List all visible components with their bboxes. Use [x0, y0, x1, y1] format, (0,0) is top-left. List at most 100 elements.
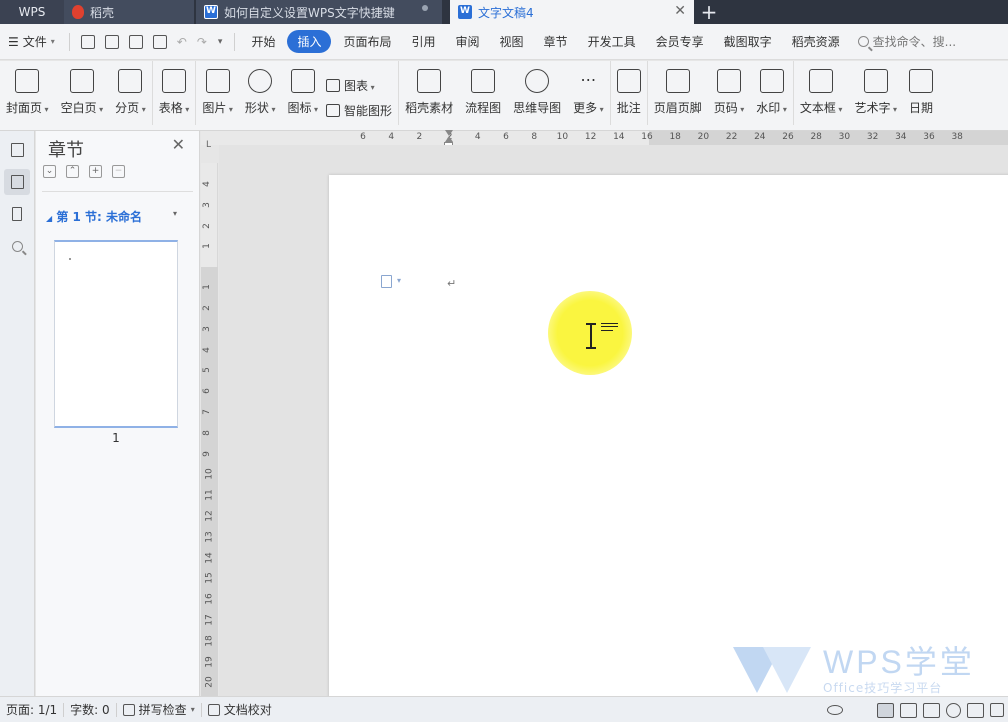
wps-logo-icon	[733, 646, 811, 695]
tab-docer[interactable]: 稻壳	[64, 0, 194, 24]
word-count-status[interactable]: 字数: 0	[64, 701, 116, 718]
ruler-tick-label: 4	[201, 346, 212, 353]
section-pane: 章节 ✕ ⌄ ⌃ + − ◢ 第 1 节: 未命名 ▾ 1	[36, 131, 200, 696]
close-icon[interactable]: ✕	[172, 135, 185, 154]
table-button[interactable]: 表格	[153, 69, 196, 125]
smart-graphic-button[interactable]: 智能图形	[326, 102, 392, 119]
tab-home[interactable]: 开始	[243, 30, 283, 53]
header-footer-button[interactable]: 页眉页脚	[648, 69, 708, 125]
save-icon[interactable]	[80, 34, 95, 49]
tab-stop-selector[interactable]: L	[206, 140, 211, 150]
collapse-down-icon[interactable]: ⌄	[43, 165, 56, 178]
find-nav-button[interactable]	[4, 233, 30, 259]
quick-access-dropdown-icon[interactable]: ▾	[218, 37, 223, 47]
tab-section[interactable]: 章节	[536, 30, 576, 53]
undo-icon[interactable]: ↶	[177, 35, 187, 49]
outline-nav-button[interactable]	[4, 137, 30, 163]
page-number-button[interactable]: 页码	[708, 69, 751, 125]
vertical-ruler[interactable]: 4 3 2 1 1 2 3 4 5 6 7 8 9 10 11 12 13 14 15 16 17 18 19 20	[201, 163, 218, 696]
wordart-button[interactable]: 艺术字	[848, 69, 903, 125]
new-tab-button[interactable]: +	[694, 0, 724, 24]
tab-developer[interactable]: 开发工具	[580, 30, 644, 53]
date-button[interactable]: 日期	[903, 69, 939, 125]
print-icon[interactable]	[128, 34, 143, 49]
ruler-tick-label: 7	[201, 409, 212, 415]
button-label: 图片	[202, 99, 233, 116]
tab-docer-resources[interactable]: 稻壳资源	[784, 30, 848, 53]
ribbon-insert: 封面页 空白页 分页 表格 图片 形状 图标 图表 智能图形 稻壳素材 流程图 …	[0, 61, 1008, 131]
eye-protection-icon[interactable]	[827, 705, 843, 715]
document-canvas[interactable]: ▾ ↵ WPS学堂 Office技巧学习平台	[219, 145, 1008, 696]
icons-icon	[290, 69, 315, 93]
more-button[interactable]: ⋯ 更多	[567, 69, 610, 125]
write-mode-icon[interactable]	[967, 702, 984, 718]
wps-home-tab[interactable]: WPS	[0, 0, 64, 24]
flowchart-button[interactable]: 流程图	[459, 69, 507, 125]
fullscreen-icon[interactable]	[990, 703, 1004, 717]
docer-material-button[interactable]: 稻壳素材	[399, 69, 459, 125]
comment-button[interactable]: 批注	[611, 69, 647, 125]
section-item[interactable]: ◢ 第 1 节: 未命名	[46, 208, 142, 225]
page-break-button[interactable]: 分页	[109, 69, 152, 125]
tab-references[interactable]: 引用	[404, 30, 444, 53]
proofread-icon	[207, 703, 220, 716]
hamburger-icon: ☰	[8, 34, 19, 49]
tab-view[interactable]: 视图	[492, 30, 532, 53]
bookmark-nav-button[interactable]	[4, 201, 30, 227]
horizontal-ruler[interactable]: 6 4 2 2 4 6 8 10 12 14 16 18 20 22 24 26 28 30 32 34 36 38	[201, 131, 1008, 145]
collapse-up-icon[interactable]: ⌃	[66, 165, 79, 178]
mindmap-button[interactable]: 思维导图	[507, 69, 567, 125]
watermark-button[interactable]: 水印	[750, 69, 793, 125]
textbox-button[interactable]: 文本框	[794, 69, 849, 125]
paragraph-layout-icon[interactable]	[381, 275, 392, 288]
thumbnail-content	[69, 258, 71, 260]
web-view-icon[interactable]	[946, 702, 961, 718]
spell-check-button[interactable]: 拼写检查 ▾	[117, 701, 201, 718]
button-label: 图标	[287, 99, 318, 116]
watermark-subtitle: Office技巧学习平台	[823, 681, 943, 695]
page-thumbnail[interactable]	[54, 240, 178, 428]
mindmap-icon	[525, 69, 550, 93]
tab-screenshot-ocr[interactable]: 截图取字	[716, 30, 780, 53]
cover-page-button[interactable]: 封面页	[0, 69, 55, 125]
tab-review[interactable]: 审阅	[448, 30, 488, 53]
export-pdf-icon[interactable]	[104, 34, 119, 49]
section-nav-button[interactable]	[4, 169, 30, 195]
tab-tutorial-doc[interactable]: W 如何自定义设置WPS文字快捷键	[196, 0, 442, 24]
reading-view-icon[interactable]	[923, 702, 940, 718]
chevron-down-icon[interactable]: ▾	[397, 276, 401, 285]
close-tab-icon[interactable]: ✕	[674, 3, 686, 19]
table-icon	[162, 69, 187, 93]
icon-library-button[interactable]: 图标	[281, 69, 324, 125]
blank-page-button[interactable]: 空白页	[55, 69, 110, 125]
section-dropdown-icon[interactable]: ▾	[173, 209, 177, 218]
divider	[234, 32, 236, 51]
page-view-icon[interactable]	[877, 702, 894, 718]
delete-section-icon[interactable]: −	[112, 165, 125, 178]
command-search-input[interactable]: 查找命令、搜...	[857, 33, 956, 50]
tab-active-doc[interactable]: W 文字文稿4 ✕	[450, 0, 694, 24]
smart-graphic-icon	[326, 104, 341, 117]
print-preview-icon[interactable]	[152, 34, 167, 49]
button-label: 空白页	[61, 99, 104, 116]
watermark-icon	[759, 69, 784, 93]
document-page[interactable]: ▾ ↵	[329, 175, 1008, 696]
tab-insert[interactable]: 插入	[287, 30, 332, 53]
page-count-status[interactable]: 页面: 1/1	[0, 701, 63, 718]
picture-button[interactable]: 图片	[196, 69, 239, 125]
ruler-tick-label: 24	[754, 132, 766, 142]
ruler-tick-label: 12	[204, 510, 215, 522]
proofread-button[interactable]: 文档校对	[202, 701, 278, 718]
tab-member[interactable]: 会员专享	[648, 30, 712, 53]
ribbon-group-pages: 封面页 空白页 分页	[0, 61, 153, 125]
tab-page-layout[interactable]: 页面布局	[335, 30, 399, 53]
shape-button[interactable]: 形状	[239, 69, 282, 125]
add-section-icon[interactable]: +	[89, 165, 102, 178]
ruler-tick-label: 26	[782, 132, 794, 142]
chart-button[interactable]: 图表	[326, 77, 392, 94]
file-menu-button[interactable]: ☰ 文件 ▾	[0, 30, 63, 54]
ruler-tick-label: 9	[201, 450, 212, 457]
redo-icon[interactable]: ↷	[197, 35, 207, 49]
unsaved-dot-icon	[422, 5, 428, 11]
outline-view-icon[interactable]	[900, 702, 917, 718]
